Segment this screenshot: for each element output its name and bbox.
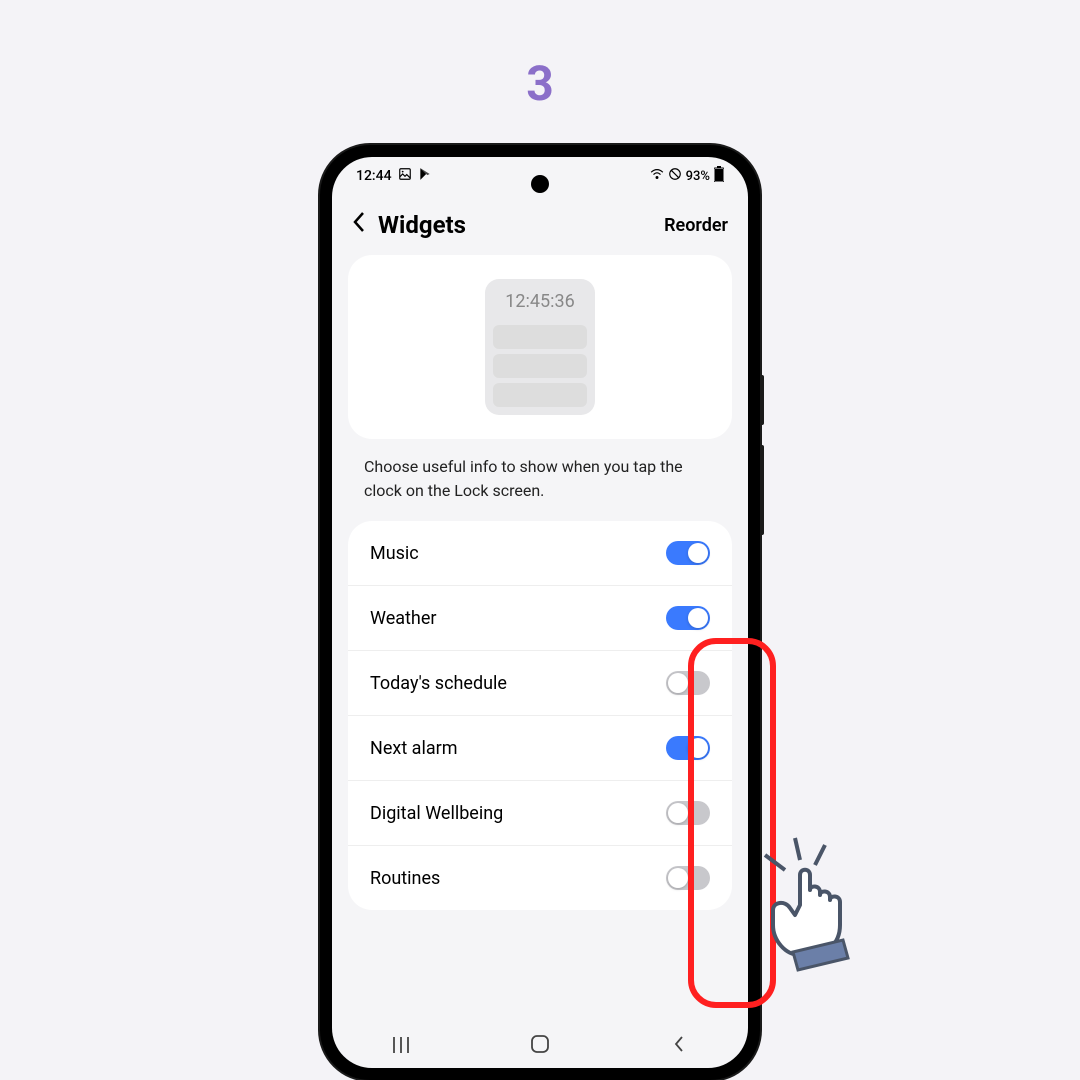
do-not-disturb-icon: [668, 167, 682, 185]
toggle-schedule[interactable]: [666, 671, 710, 695]
option-label: Today's schedule: [370, 673, 507, 694]
reorder-button[interactable]: Reorder: [664, 215, 728, 236]
page-header: Widgets Reorder: [332, 195, 748, 255]
battery-percent: 93%: [686, 169, 710, 184]
side-button: [760, 445, 764, 535]
toggle-weather[interactable]: [666, 606, 710, 630]
option-label: Music: [370, 543, 419, 564]
preview-time: 12:45:36: [493, 287, 587, 320]
play-store-icon: [418, 167, 432, 185]
widget-preview: 12:45:36: [485, 279, 595, 415]
option-row-schedule[interactable]: Today's schedule: [348, 651, 732, 716]
option-row-music[interactable]: Music: [348, 521, 732, 586]
toggle-music[interactable]: [666, 541, 710, 565]
options-list: Music Weather Today's schedule Next alar…: [348, 521, 732, 910]
toggle-routines[interactable]: [666, 866, 710, 890]
option-row-weather[interactable]: Weather: [348, 586, 732, 651]
option-row-wellbeing[interactable]: Digital Wellbeing: [348, 781, 732, 846]
camera-notch: [531, 175, 549, 193]
page-title: Widgets: [378, 211, 466, 239]
step-number: 3: [526, 55, 554, 112]
nav-back[interactable]: [664, 1034, 694, 1058]
preview-card: 12:45:36: [348, 255, 732, 439]
status-time: 12:44: [356, 168, 392, 184]
option-label: Digital Wellbeing: [370, 803, 503, 824]
phone-frame: 12:44 93%: [320, 145, 760, 1080]
nav-recents[interactable]: [386, 1034, 416, 1058]
option-row-routines[interactable]: Routines: [348, 846, 732, 910]
nav-bar: [332, 1024, 748, 1068]
toggle-alarm[interactable]: [666, 736, 710, 760]
side-button: [760, 375, 764, 425]
preview-row: [493, 383, 587, 407]
wifi-icon: [650, 167, 664, 185]
option-row-alarm[interactable]: Next alarm: [348, 716, 732, 781]
image-icon: [398, 167, 412, 185]
tap-gesture-icon: [745, 830, 895, 980]
option-label: Weather: [370, 608, 436, 629]
preview-row: [493, 354, 587, 378]
back-button[interactable]: [352, 211, 366, 239]
battery-icon: [714, 166, 724, 186]
option-label: Routines: [370, 868, 440, 889]
option-label: Next alarm: [370, 738, 458, 759]
toggle-wellbeing[interactable]: [666, 801, 710, 825]
phone-screen: 12:44 93%: [332, 157, 748, 1068]
description-text: Choose useful info to show when you tap …: [332, 455, 748, 521]
preview-row: [493, 325, 587, 349]
nav-home[interactable]: [525, 1034, 555, 1059]
